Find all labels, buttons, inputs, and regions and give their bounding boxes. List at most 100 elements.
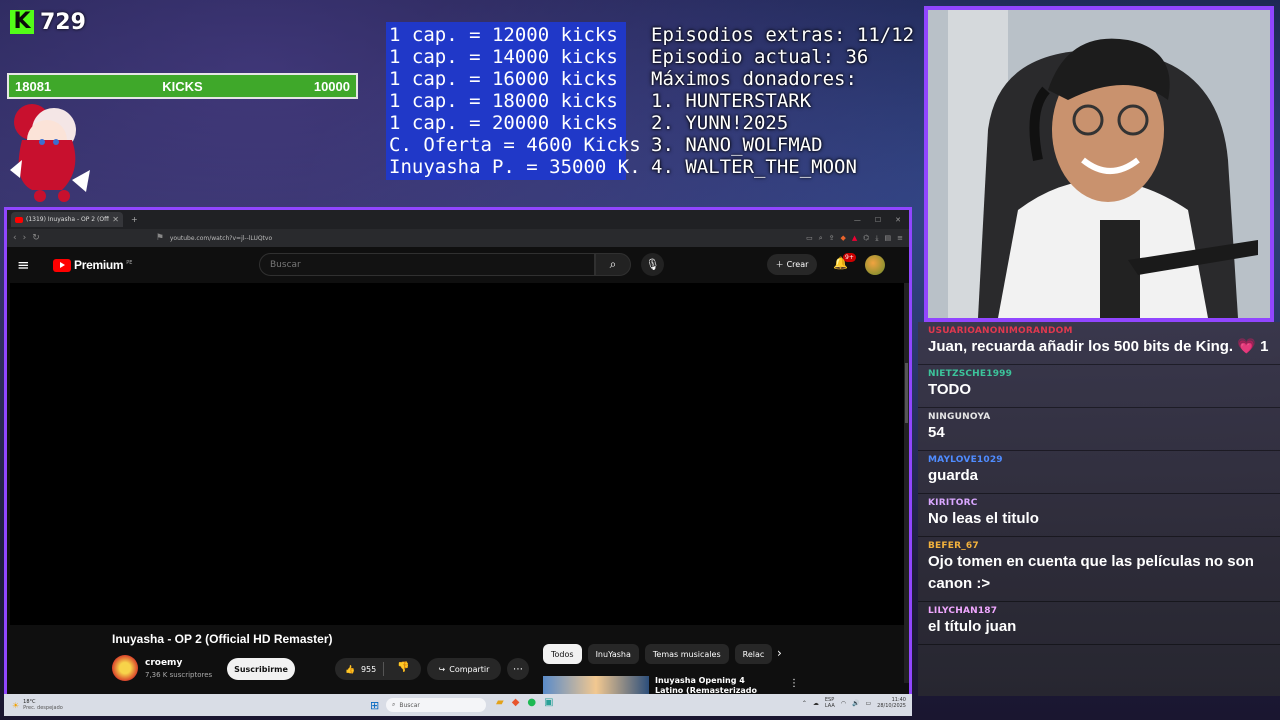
spotify-icon[interactable]: ● (527, 697, 536, 708)
filter-chip[interactable]: Temas musicales (644, 644, 729, 664)
search-button[interactable]: ⌕ (595, 253, 631, 276)
file-explorer-icon[interactable]: ▰ (496, 697, 504, 708)
search-input[interactable]: Buscar (259, 253, 595, 276)
terminal-icon[interactable]: ▣ (544, 697, 553, 708)
weather-desc: Prec. despejado (23, 705, 63, 711)
search-icon: ⌕ (609, 257, 617, 271)
browser-tab[interactable]: (1319) Inuyasha - OP 2 (Official HD ✕ (11, 212, 123, 227)
warning-icon[interactable]: ▲ (852, 234, 857, 243)
donor-line: 2. YUNN!2025 (651, 112, 789, 134)
cloud-icon[interactable]: ☁ (813, 700, 819, 707)
chat-username[interactable]: LILYCHAN187 (928, 606, 1270, 616)
download-icon[interactable]: ⤓ (875, 234, 878, 243)
goal-label: KICKS (162, 78, 203, 94)
share-arrow-icon: ↪ (438, 664, 446, 674)
channel-avatar[interactable] (112, 655, 138, 681)
chat-text: No leas el titulo (928, 510, 1039, 527)
zoom-icon[interactable]: ⌕ (819, 234, 823, 243)
like-count[interactable]: 955 (361, 665, 376, 674)
voice-search-button[interactable]: 🎙 (641, 253, 664, 276)
browser-toolbar: ‹ › ↻ ⚑ youtube.com/watch?v=jl--lLUQtvo … (7, 229, 909, 247)
extension-icon[interactable]: ⌬ (863, 234, 869, 243)
youtube-premium-logo[interactable]: Premium PE (53, 258, 132, 272)
recommended-thumbnail[interactable] (543, 676, 649, 694)
address-bar[interactable]: ⚑ youtube.com/watch?v=jl--lLUQtvo (156, 232, 656, 245)
wifi-icon[interactable]: ◠ (841, 700, 846, 707)
youtube-logo-icon (53, 258, 71, 272)
chat-username[interactable]: NIETZSCHE1999 (928, 369, 1270, 379)
chevron-right-icon[interactable]: › (777, 646, 782, 660)
donor-line: Episodio actual: 36 (651, 46, 869, 68)
sidebar-icon[interactable]: ▤ (885, 234, 892, 243)
region-code: PE (126, 260, 133, 266)
volume-icon[interactable]: 🔊 (852, 700, 859, 707)
dislike-icon[interactable]: 👎 (397, 662, 409, 673)
chat-text: Ojo tomen en cuenta que las películas no… (928, 553, 1254, 592)
more-actions-icon[interactable]: ⋯ (507, 658, 529, 680)
search-placeholder: Buscar (270, 259, 301, 270)
price-line: 1 cap. = 12000 kicks (389, 24, 618, 46)
donor-line: 4. WALTER_THE_MOON (651, 156, 857, 178)
chat-username[interactable]: KIRITORC (928, 498, 1270, 508)
maximize-icon[interactable]: ☐ (875, 216, 881, 224)
streamer-webcam-icon (928, 10, 1270, 318)
price-line: 1 cap. = 16000 kicks (389, 68, 618, 90)
price-line: C. Oferta = 4600 Kicks (389, 134, 641, 156)
channel-name[interactable]: croemy (145, 658, 182, 668)
page-scrollbar[interactable] (904, 283, 909, 683)
close-tab-icon[interactable]: ✕ (112, 215, 119, 224)
taskbar-search[interactable]: ⌕ Buscar (386, 698, 486, 712)
video-player[interactable] (10, 283, 906, 625)
donor-info: Episodios extras: 11/12 Episodio actual: … (648, 22, 914, 186)
youtube-header: ≡ Premium PE Buscar ⌕ 🎙 ＋ Crear 🔔 9+ (7, 247, 909, 283)
share-button[interactable]: ↪ Compartir (427, 658, 501, 680)
webcam-frame (924, 6, 1274, 322)
minimize-icon[interactable]: — (854, 216, 861, 224)
filter-chip[interactable]: InuYasha (587, 644, 639, 664)
share-icon[interactable]: ⇪ (829, 234, 835, 243)
subscribe-button[interactable]: Suscribirme (227, 658, 295, 680)
filter-chip[interactable]: Relac (734, 644, 773, 664)
clock[interactable]: 11:40 28/10/2025 (877, 697, 906, 709)
chat-message: LILYCHAN187 el título juan (918, 602, 1280, 645)
cast-icon[interactable]: ▭ (806, 234, 813, 243)
create-button[interactable]: ＋ Crear (767, 254, 817, 275)
recommended-more-icon[interactable]: ⋮ (789, 678, 799, 689)
chat-panel: USUARIOANONIMORANDOM Juan, recuarda añadi… (918, 322, 1280, 696)
account-avatar[interactable] (865, 255, 885, 275)
chat-text: Juan, recuarda añadir los 500 bits de Ki… (928, 338, 1269, 355)
chat-username[interactable]: BEFER_67 (928, 541, 1270, 551)
kick-count: 729 (40, 9, 86, 35)
close-window-icon[interactable]: ✕ (895, 216, 901, 224)
menu-icon[interactable]: ≡ (897, 234, 903, 243)
hamburger-menu-icon[interactable]: ≡ (17, 256, 39, 274)
weather-widget[interactable]: ☀ 18°C Prec. despejado (4, 699, 94, 711)
chat-username[interactable]: USUARIOANONIMORANDOM (928, 326, 1270, 336)
language-indicator[interactable]: ESP LAA (825, 697, 835, 709)
donor-line: 3. NANO_WOLFMAD (651, 134, 823, 156)
filter-chip[interactable]: Todos (543, 644, 582, 664)
chat-message: NINGUNOYA 54 (918, 408, 1280, 451)
chat-message: USUARIOANONIMORANDOM Juan, recuarda añadi… (918, 322, 1280, 365)
back-icon[interactable]: ‹ (13, 233, 17, 243)
price-line: 1 cap. = 20000 kicks (389, 112, 618, 134)
brave-browser-icon[interactable]: ◆ (512, 697, 520, 708)
forward-icon[interactable]: › (23, 233, 27, 243)
url-text: youtube.com/watch?v=jl--lLUQtvo (169, 234, 273, 242)
bookmark-icon[interactable]: ⚑ (156, 233, 164, 243)
chat-message: NIETZSCHE1999 TODO (918, 365, 1280, 408)
new-tab-icon[interactable]: + (131, 215, 138, 224)
chat-username[interactable]: MAYLOVE1029 (928, 455, 1270, 465)
browser-titlebar: (1319) Inuyasha - OP 2 (Official HD ✕ + … (7, 210, 909, 229)
chat-username[interactable]: NINGUNOYA (928, 412, 1270, 422)
subscriber-count: 7,36 K suscriptores (145, 671, 213, 679)
reload-icon[interactable]: ↻ (32, 233, 40, 243)
like-icon[interactable]: 👍 (345, 665, 355, 674)
battery-icon[interactable]: ▭ (866, 700, 872, 707)
chat-text: TODO (928, 381, 972, 398)
tray-chevron-icon[interactable]: ⌃ (802, 700, 807, 707)
windows-start-icon[interactable]: ⊞ (370, 699, 379, 712)
chat-text: 54 (928, 424, 945, 441)
scrollbar-thumb[interactable] (905, 363, 908, 423)
shield-icon[interactable]: ◆ (840, 234, 845, 243)
